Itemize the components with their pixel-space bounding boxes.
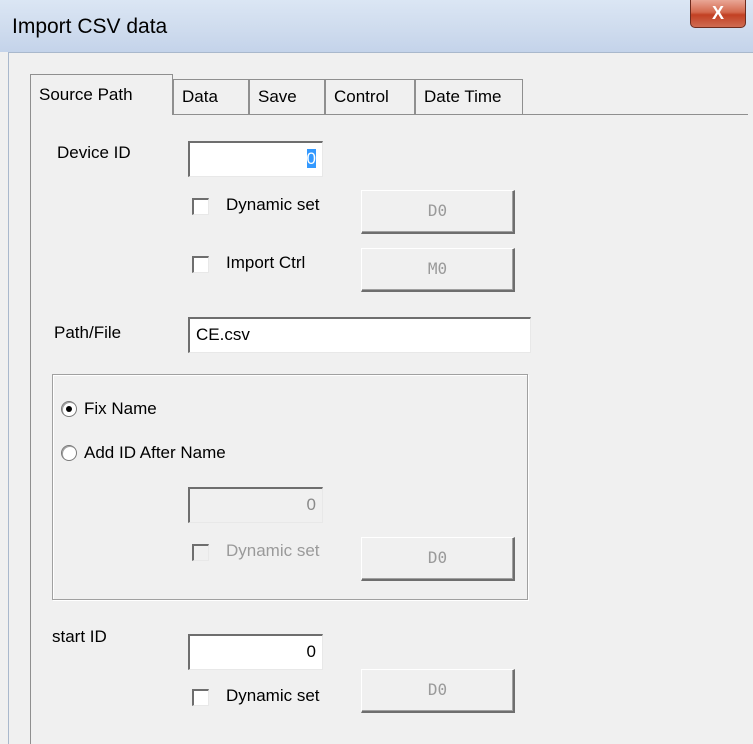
name-id-input[interactable]: 0 xyxy=(188,487,323,523)
start-id-value: 0 xyxy=(306,642,316,661)
tab-source-path[interactable]: Source Path xyxy=(30,74,173,115)
title-bar: Import CSV data X xyxy=(0,0,753,52)
close-icon: X xyxy=(711,3,724,23)
device-id-input[interactable]: 0 xyxy=(188,141,323,177)
tab-label: Save xyxy=(258,87,297,106)
path-file-input[interactable]: CE.csv xyxy=(188,317,531,353)
device-dynamic-button[interactable]: D0 xyxy=(361,190,515,234)
tab-date-time[interactable]: Date Time xyxy=(415,79,523,114)
radio-selected-dot xyxy=(66,406,72,412)
start-id-input[interactable]: 0 xyxy=(188,634,323,670)
button-label: D0 xyxy=(427,548,448,567)
path-file-label: Path/File xyxy=(54,323,122,342)
tab-control[interactable]: Control xyxy=(325,79,415,114)
device-id-value: 0 xyxy=(306,149,316,168)
tab-data[interactable]: Data xyxy=(173,79,249,114)
fix-name-radio[interactable] xyxy=(61,401,77,417)
import-ctrl-label: Import Ctrl xyxy=(226,253,306,272)
window-title: Import CSV data xyxy=(12,15,168,38)
path-file-value: CE.csv xyxy=(196,325,250,344)
add-id-after-name-label: Add ID After Name xyxy=(84,443,226,462)
naming-dynamic-button[interactable]: D0 xyxy=(361,537,515,581)
device-id-label: Device ID xyxy=(57,143,131,162)
button-label: M0 xyxy=(427,259,448,278)
import-ctrl-button[interactable]: M0 xyxy=(361,248,515,292)
tab-label: Control xyxy=(334,87,389,106)
tab-label: Data xyxy=(182,87,218,106)
start-dynamic-checkbox[interactable] xyxy=(192,689,209,706)
button-label: D0 xyxy=(427,201,448,220)
name-id-value: 0 xyxy=(306,495,316,514)
naming-dynamic-label: Dynamic set xyxy=(226,541,320,560)
add-id-after-name-radio[interactable] xyxy=(61,445,77,461)
device-dynamic-label: Dynamic set xyxy=(226,195,320,214)
tab-label: Date Time xyxy=(424,87,502,106)
tab-save[interactable]: Save xyxy=(249,79,325,114)
close-button[interactable]: X xyxy=(690,0,746,28)
start-dynamic-button[interactable]: D0 xyxy=(361,669,515,713)
tab-label: Source Path xyxy=(39,85,133,104)
button-label: D0 xyxy=(427,680,448,699)
start-id-label: start ID xyxy=(52,627,107,646)
naming-dynamic-checkbox[interactable] xyxy=(192,544,209,561)
fix-name-label: Fix Name xyxy=(84,399,157,418)
import-ctrl-checkbox[interactable] xyxy=(192,256,209,273)
device-dynamic-checkbox[interactable] xyxy=(192,198,209,215)
start-dynamic-label: Dynamic set xyxy=(226,686,320,705)
